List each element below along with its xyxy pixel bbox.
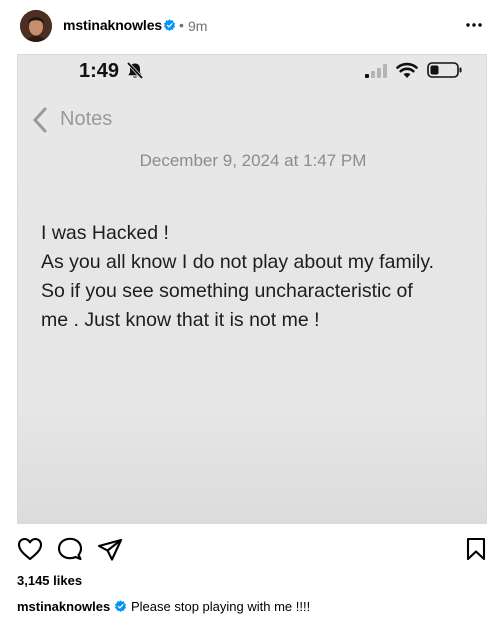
post-image[interactable]: 1:49 Notes December 9, 2024 at 1:47 PM I… [17,54,487,524]
bell-slash-icon [126,61,144,80]
heart-icon[interactable] [17,537,43,561]
note-line: As you all know I do not play about my f… [41,251,435,273]
verified-badge-icon [114,600,127,613]
phone-status-time: 1:49 [79,60,120,82]
bookmark-icon[interactable] [465,537,487,561]
post-time-ago[interactable]: 9m [188,18,207,34]
verified-badge-icon [163,19,176,32]
note-body: I was Hacked ! As you all know I do not … [41,219,486,335]
note-line: I was Hacked ! [41,222,169,244]
caption-username[interactable]: mstinaknowles [17,599,110,614]
note-line: So if you see something uncharacteristic… [41,280,413,302]
likes-count[interactable]: 3,145 likes [17,573,82,588]
more-horizontal-icon[interactable] [464,22,484,28]
notes-back-label[interactable]: Notes [60,108,112,131]
wifi-icon [396,62,418,78]
send-icon[interactable] [97,538,123,562]
separator-dot: • [179,17,184,33]
caption-text: Please stop playing with me !!!! [131,599,311,614]
cellular-signal-icon [365,64,387,78]
note-line: me . Just know that it is not me ! [41,309,320,331]
battery-icon [427,62,462,78]
post-header: mstinaknowles • 9m [0,0,501,52]
back-chevron-icon[interactable] [31,107,49,133]
note-date: December 9, 2024 at 1:47 PM [139,151,367,170]
post-username[interactable]: mstinaknowles [63,17,162,33]
avatar[interactable] [20,10,52,42]
comment-icon[interactable] [57,537,83,561]
